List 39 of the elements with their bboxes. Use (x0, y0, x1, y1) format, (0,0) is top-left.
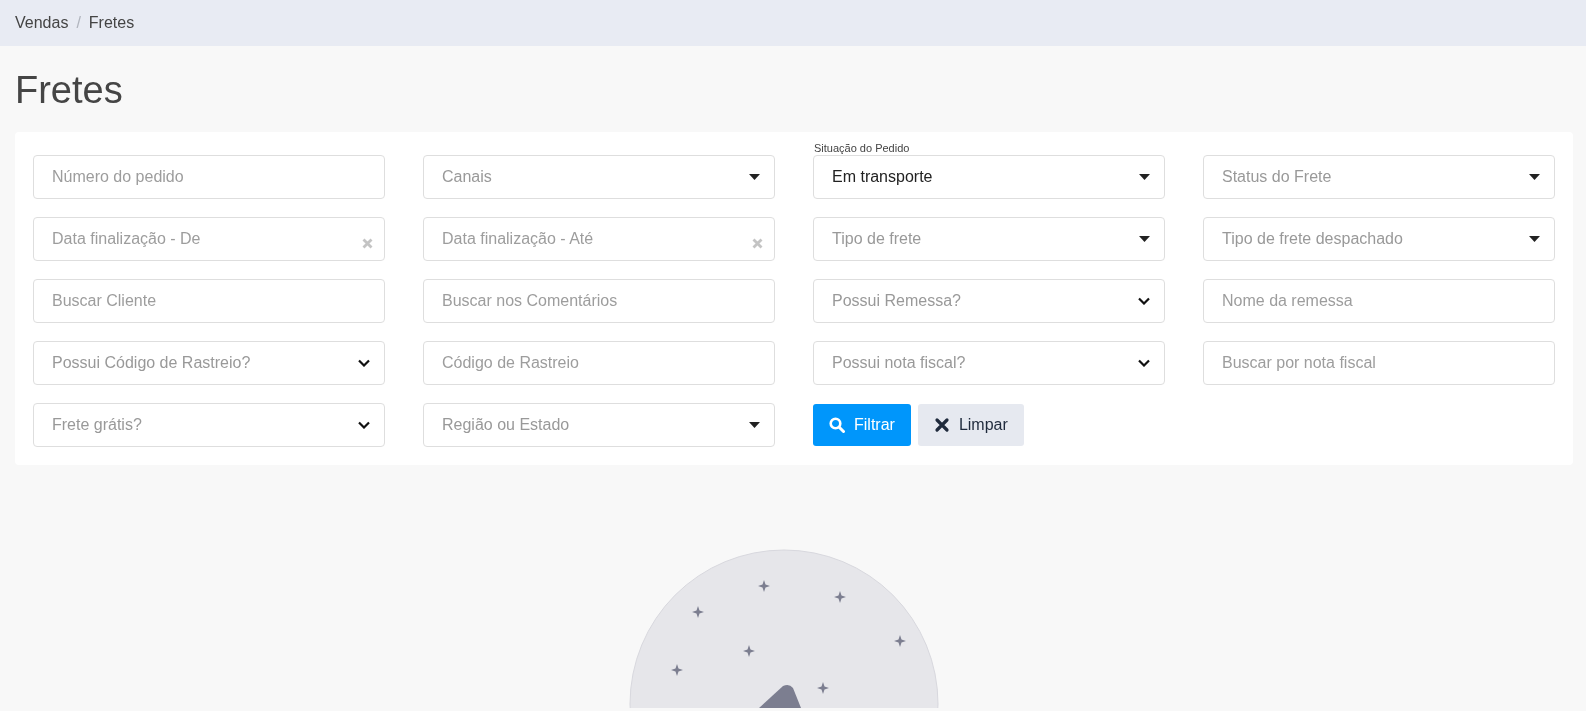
dropdown[interactable]: Tipo de frete despachado (1203, 217, 1555, 261)
breadcrumb-link[interactable]: Vendas (15, 14, 69, 32)
input-field[interactable]: Nome da remessa (1203, 279, 1555, 323)
input-field[interactable]: Buscar Cliente (33, 279, 385, 323)
dropdown[interactable]: Status do Frete (1203, 155, 1555, 199)
dropdown[interactable]: Em transporte (813, 155, 1165, 199)
breadcrumb-separator: / (76, 14, 81, 32)
caret-icon (1529, 174, 1540, 180)
dropdown[interactable]: Possui Remessa? (813, 279, 1165, 323)
close-icon (933, 417, 950, 433)
page-title: Fretes (15, 68, 123, 112)
chevron-down-icon (358, 359, 370, 367)
input-field[interactable]: Número do pedido (33, 155, 385, 199)
chevron-down-icon (358, 421, 370, 429)
breadcrumb-current: Fretes (88, 14, 135, 32)
field-label: Situação do Pedido (814, 142, 910, 154)
dropdown[interactable]: Canais (423, 155, 775, 199)
input-field[interactable]: Buscar nos Comentários (423, 279, 775, 323)
caret-icon (1139, 236, 1150, 242)
caret-icon (1529, 236, 1540, 242)
dropdown[interactable]: Região ou Estado (423, 403, 775, 447)
input-field[interactable]: Buscar por nota fiscal (1203, 341, 1555, 385)
clear-icon (362, 238, 373, 249)
caret-icon (749, 422, 760, 428)
clear-icon (752, 238, 763, 249)
chevron-down-icon (1138, 359, 1150, 367)
caret-icon (1139, 174, 1150, 180)
caret-icon (749, 174, 760, 180)
input-field[interactable]: Código de Rastreio (423, 341, 775, 385)
clear-button[interactable]: Limpar (917, 404, 1024, 446)
date-field[interactable]: Data finalização - De (33, 217, 385, 261)
dropdown[interactable]: Frete grátis? (33, 403, 385, 447)
dropdown[interactable]: Possui nota fiscal? (813, 341, 1165, 385)
dropdown[interactable]: Tipo de frete (813, 217, 1165, 261)
filter-button[interactable]: Filtrar (813, 404, 911, 446)
date-field[interactable]: Data finalização - Até (423, 217, 775, 261)
dropdown[interactable]: Possui Código de Rastreio? (33, 341, 385, 385)
search-icon (829, 417, 845, 433)
chevron-down-icon (1138, 297, 1150, 305)
